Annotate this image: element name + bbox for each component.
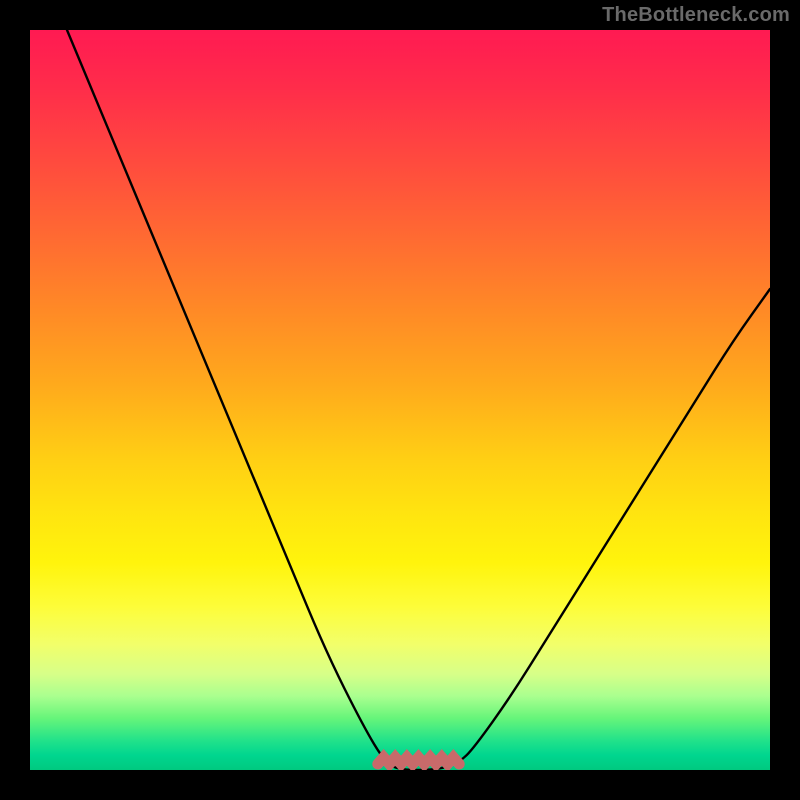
bottleneck-curve bbox=[67, 30, 770, 770]
flat-region-highlight bbox=[378, 757, 459, 764]
chart-frame: TheBottleneck.com bbox=[0, 0, 800, 800]
curve-svg bbox=[30, 30, 770, 770]
watermark-text: TheBottleneck.com bbox=[602, 4, 790, 27]
plot-area bbox=[30, 30, 770, 770]
